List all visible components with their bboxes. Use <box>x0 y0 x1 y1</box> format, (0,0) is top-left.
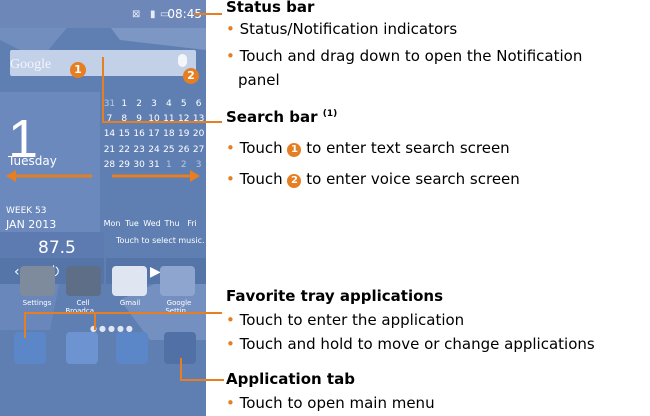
calendar-day[interactable]: 19 <box>176 127 191 142</box>
callout-line-search <box>102 57 104 122</box>
calendar-day[interactable]: 13 <box>191 112 206 127</box>
calendar-day[interactable]: 27 <box>191 143 206 158</box>
callout-line-tray <box>24 312 222 314</box>
calendar-day[interactable]: 24 <box>147 143 162 158</box>
status-bar-item-1: • Status/Notification indicators <box>226 20 458 38</box>
signal-icon: ▮ <box>150 9 156 20</box>
google-settings-icon[interactable] <box>160 266 195 296</box>
radio-frequency: 87.5 <box>38 238 76 258</box>
weekday-label: Sat <box>202 219 206 228</box>
search-bar-item-1: • Touch 1 to enter text search screen <box>226 139 510 157</box>
favorite-tray-heading: Favorite tray applications <box>226 287 444 305</box>
calendar-row: 14 15 16 17 18 19 20 <box>102 127 206 142</box>
messaging-icon[interactable] <box>116 332 148 364</box>
callout-line-search-h <box>102 121 222 123</box>
callout-line-apptab-h <box>180 379 224 381</box>
calendar-day[interactable]: 5 <box>176 97 191 112</box>
calendar-day[interactable]: 15 <box>117 127 132 142</box>
calendar-row: 21 22 23 24 25 26 27 <box>102 143 206 158</box>
status-bar-item-2-cont: panel <box>238 71 280 89</box>
calendar-day[interactable]: 21 <box>102 143 117 158</box>
calendar-month: JAN 2013 <box>6 218 57 231</box>
app-label-settings: Settings <box>22 299 52 307</box>
calendar-day[interactable]: 14 <box>102 127 117 142</box>
calendar-day[interactable]: 23 <box>132 143 147 158</box>
calendar-day[interactable]: 17 <box>147 127 162 142</box>
calendar-day[interactable]: 9 <box>132 112 147 127</box>
callout-badge-1: 1 <box>70 62 86 78</box>
status-bar-item-2: • Touch and drag down to open the Notifi… <box>226 47 583 65</box>
contacts-icon[interactable] <box>66 332 98 364</box>
cell-broadcast-icon[interactable] <box>66 266 101 296</box>
callout-line-apptab <box>180 358 182 380</box>
callout-line-tray-left <box>24 312 26 338</box>
calendar-day[interactable]: 26 <box>176 143 191 158</box>
search-logo: Google <box>10 57 52 72</box>
weekday-label: Tue <box>125 219 139 228</box>
callout-badge-2: 2 <box>183 68 199 84</box>
callout-line-status <box>194 13 222 15</box>
settings-icon[interactable] <box>20 266 55 296</box>
calendar-day[interactable]: 3 <box>147 97 162 112</box>
callout-line-tray-mid <box>94 312 96 330</box>
calendar-day[interactable]: 22 <box>117 143 132 158</box>
calendar-day[interactable]: 8 <box>117 112 132 127</box>
app-tab-item-1: • Touch to open main menu <box>226 394 435 412</box>
gmail-icon[interactable] <box>112 266 147 296</box>
favorite-tray-item-2: • Touch and hold to move or change appli… <box>226 335 595 353</box>
weekday-label: Fri <box>187 219 197 228</box>
calendar-day[interactable]: 12 <box>176 112 191 127</box>
calendar-day[interactable]: 25 <box>161 143 176 158</box>
radio-prev-icon[interactable]: ‹ <box>14 264 20 280</box>
calendar-row: 31 1 2 3 4 5 6 <box>102 97 206 112</box>
mic-icon[interactable] <box>178 54 187 67</box>
calendar-day[interactable]: 4 <box>161 97 176 112</box>
weekday-label: Wed <box>143 219 161 228</box>
calendar-day[interactable]: 20 <box>191 127 206 142</box>
app-label-gmail: Gmail <box>119 299 141 307</box>
calendar-week: WEEK 53 <box>6 206 47 216</box>
calendar-day[interactable]: 7 <box>102 112 117 127</box>
favorite-tray-item-1: • Touch to enter the application <box>226 311 465 329</box>
calendar-day[interactable]: 2 <box>132 97 147 112</box>
search-bar-heading: Search bar (1) <box>226 108 338 126</box>
app-tab-heading: Application tab <box>226 370 355 388</box>
calendar-day[interactable]: 10 <box>147 112 162 127</box>
weekday-label: Mon <box>103 219 121 228</box>
weekday-label: Thu <box>164 219 180 228</box>
calendar-weekdays: MonTueWedThuFriSatSun <box>102 219 206 228</box>
calendar-day[interactable]: 6 <box>191 97 206 112</box>
swipe-arrows <box>6 170 200 182</box>
search-bar-item-2: • Touch 2 to enter voice search screen <box>226 170 520 188</box>
calendar-day[interactable]: 31 <box>102 97 117 112</box>
calendar-row: 7 8 9 10 11 12 13 <box>102 112 206 127</box>
calendar-day[interactable]: 18 <box>161 127 176 142</box>
mute-icon: ⊠ <box>132 9 141 20</box>
calendar-grid[interactable]: 31 1 2 3 4 5 6 7 8 9 10 11 12 13 14 15 16 17 18 19 20 21 22 23 2… <box>102 97 206 173</box>
calendar-day[interactable]: 1 <box>117 97 132 112</box>
music-prompt: Touch to select music. <box>116 236 205 245</box>
calendar-day[interactable]: 11 <box>161 112 176 127</box>
phone-icon[interactable] <box>14 332 46 364</box>
calendar-day[interactable]: 16 <box>132 127 147 142</box>
status-bar-heading: Status bar <box>226 0 315 16</box>
